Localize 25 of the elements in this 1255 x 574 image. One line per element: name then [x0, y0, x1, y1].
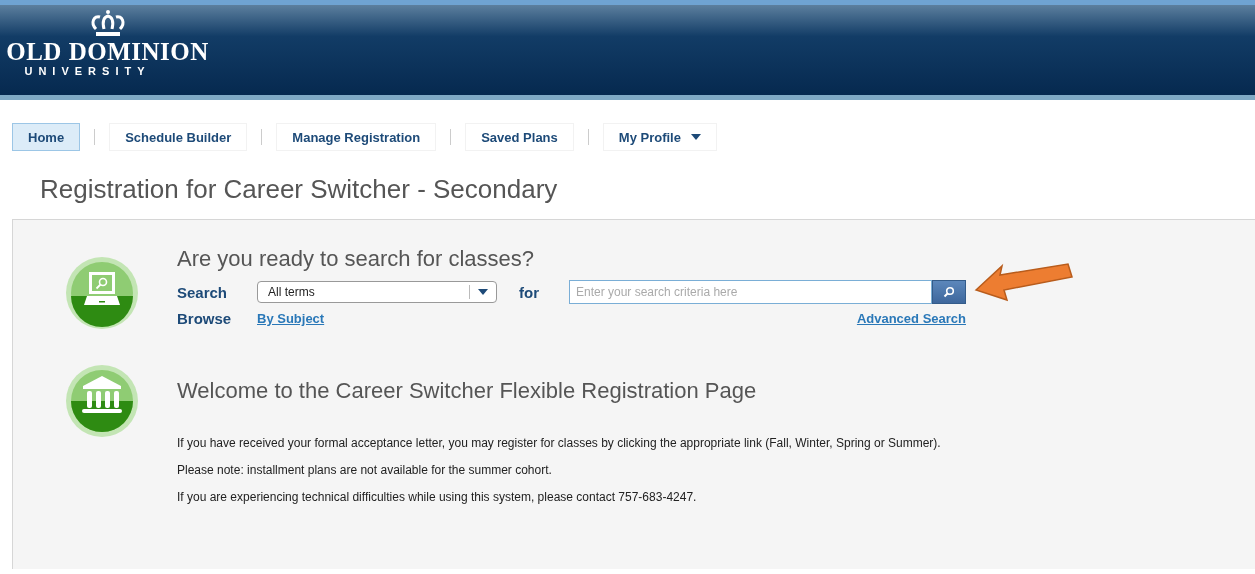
nav-tab[interactable]: Saved Plans	[465, 123, 574, 151]
info-paragraph: If you are experiencing technical difficulties while using this system, please contact 757-683-4247.	[177, 490, 698, 504]
logo-name: OLD DOMINION	[6, 39, 209, 65]
info-paragraph: Please note: installment plans are not available for the summer cohort.	[177, 463, 553, 477]
nav-tab[interactable]: Home	[12, 123, 81, 151]
search-icon	[943, 286, 955, 298]
term-dropdown[interactable]: All terms	[257, 281, 497, 303]
search-label: Search	[177, 283, 229, 301]
browse-label: Browse	[177, 310, 233, 327]
nav-tab[interactable]: Schedule Builder	[109, 123, 248, 151]
info-paragraph: If you have received your formal acceptance letter, you may register for classes by clicking the appropriate link (Fall, Winter, Spring or Summer).	[177, 436, 941, 450]
laptop-search-icon	[65, 256, 139, 330]
nav-tab[interactable]: My Profile	[602, 123, 717, 151]
caret-icon	[478, 289, 488, 295]
welcome-heading: Welcome to the Career Switcher Flexible Registration Page	[177, 378, 758, 404]
by-subject-link[interactable]: By Subject	[257, 311, 325, 326]
for-label: for	[519, 283, 540, 301]
page-title: Registration for Career Switcher - Secondary	[40, 174, 559, 205]
search-button[interactable]	[932, 280, 966, 304]
advanced-search-link[interactable]: Advanced Search	[856, 311, 966, 326]
nav-tab[interactable]: Manage Registration	[276, 123, 437, 151]
section-heading: Are you ready to search for classes?	[177, 246, 536, 272]
search-field[interactable]: Enter your search criteria here	[569, 280, 932, 304]
logo-subtitle: UNIVERSITY	[24, 65, 151, 77]
bank-building-icon	[65, 364, 139, 438]
